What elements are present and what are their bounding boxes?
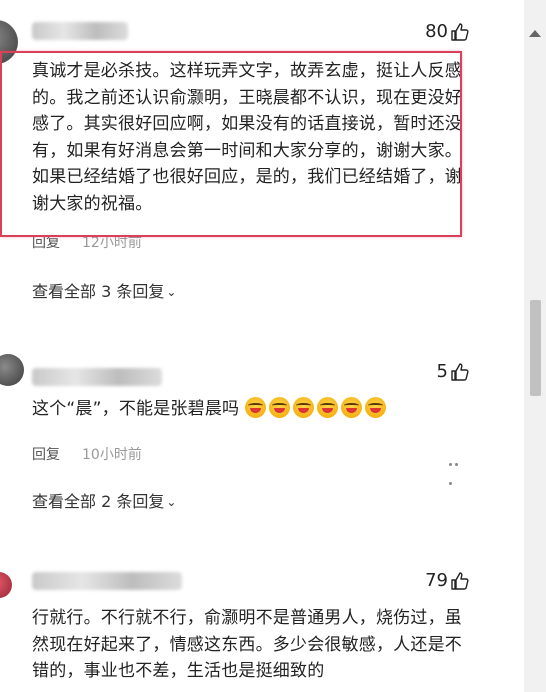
comment-2: 5 这个“晨”，不能是张碧晨吗 回复 10小时前 查看全部 2 条回复 ⌄: [0, 346, 510, 516]
reply-button[interactable]: 回复: [32, 235, 60, 251]
view-replies-button[interactable]: 查看全部 3 条回复 ⌄: [32, 278, 176, 302]
comment-text: 行就行。不行就不行，俞灏明不是普通男人，烧伤过，虽然现在好起来了，情感这东西。多…: [32, 608, 462, 681]
comment-text: 这个“晨”，不能是张碧晨吗: [32, 399, 240, 419]
reply-button[interactable]: 回复: [32, 447, 60, 463]
view-replies-button[interactable]: 查看全部 2 条回复 ⌄: [32, 488, 176, 512]
avatar[interactable]: [0, 354, 24, 386]
laughing-crying-emoji-icon: [340, 397, 362, 418]
scrollbar-thumb[interactable]: [530, 300, 541, 396]
like-count: 5: [436, 361, 448, 382]
laughing-crying-emoji-icon: [268, 397, 290, 418]
laughing-crying-emoji-icon: [364, 397, 386, 418]
chevron-down-icon: ⌄: [166, 495, 177, 509]
comment-text-row: 这个“晨”，不能是张碧晨吗: [32, 396, 472, 423]
laughing-crying-emoji-icon: [316, 397, 338, 418]
username-blurred[interactable]: [32, 368, 162, 386]
timestamp: 10小时前: [82, 447, 142, 463]
chevron-down-icon: ⌄: [166, 285, 177, 299]
username-blurred[interactable]: [32, 22, 128, 40]
avatar[interactable]: [0, 572, 12, 598]
comment-meta: 回复 10小时前: [32, 444, 142, 464]
thumbs-up-icon[interactable]: [450, 571, 470, 591]
laughing-crying-emoji-icon: [244, 397, 266, 418]
like-count: 80: [425, 21, 448, 42]
thumbs-up-icon[interactable]: [450, 362, 470, 382]
more-dots-icon[interactable]: [449, 451, 465, 485]
view-replies-label: 查看全部 2 条回复: [32, 492, 165, 511]
username-blurred[interactable]: [32, 572, 182, 590]
comment-3: 79 行就行。不行就不行，俞灏明不是普通男人，烧伤过，虽然现在好起来了，情感这东…: [0, 560, 510, 692]
vertical-scrollbar[interactable]: [524, 0, 546, 692]
scroll-up-arrow-icon[interactable]: [529, 30, 541, 37]
timestamp: 12小时前: [82, 235, 142, 251]
thumbs-up-icon[interactable]: [450, 22, 470, 42]
highlight-box: [0, 51, 462, 237]
view-replies-label: 查看全部 3 条回复: [32, 282, 165, 301]
like-count: 79: [425, 570, 448, 591]
laughing-crying-emoji-icon: [292, 397, 314, 418]
